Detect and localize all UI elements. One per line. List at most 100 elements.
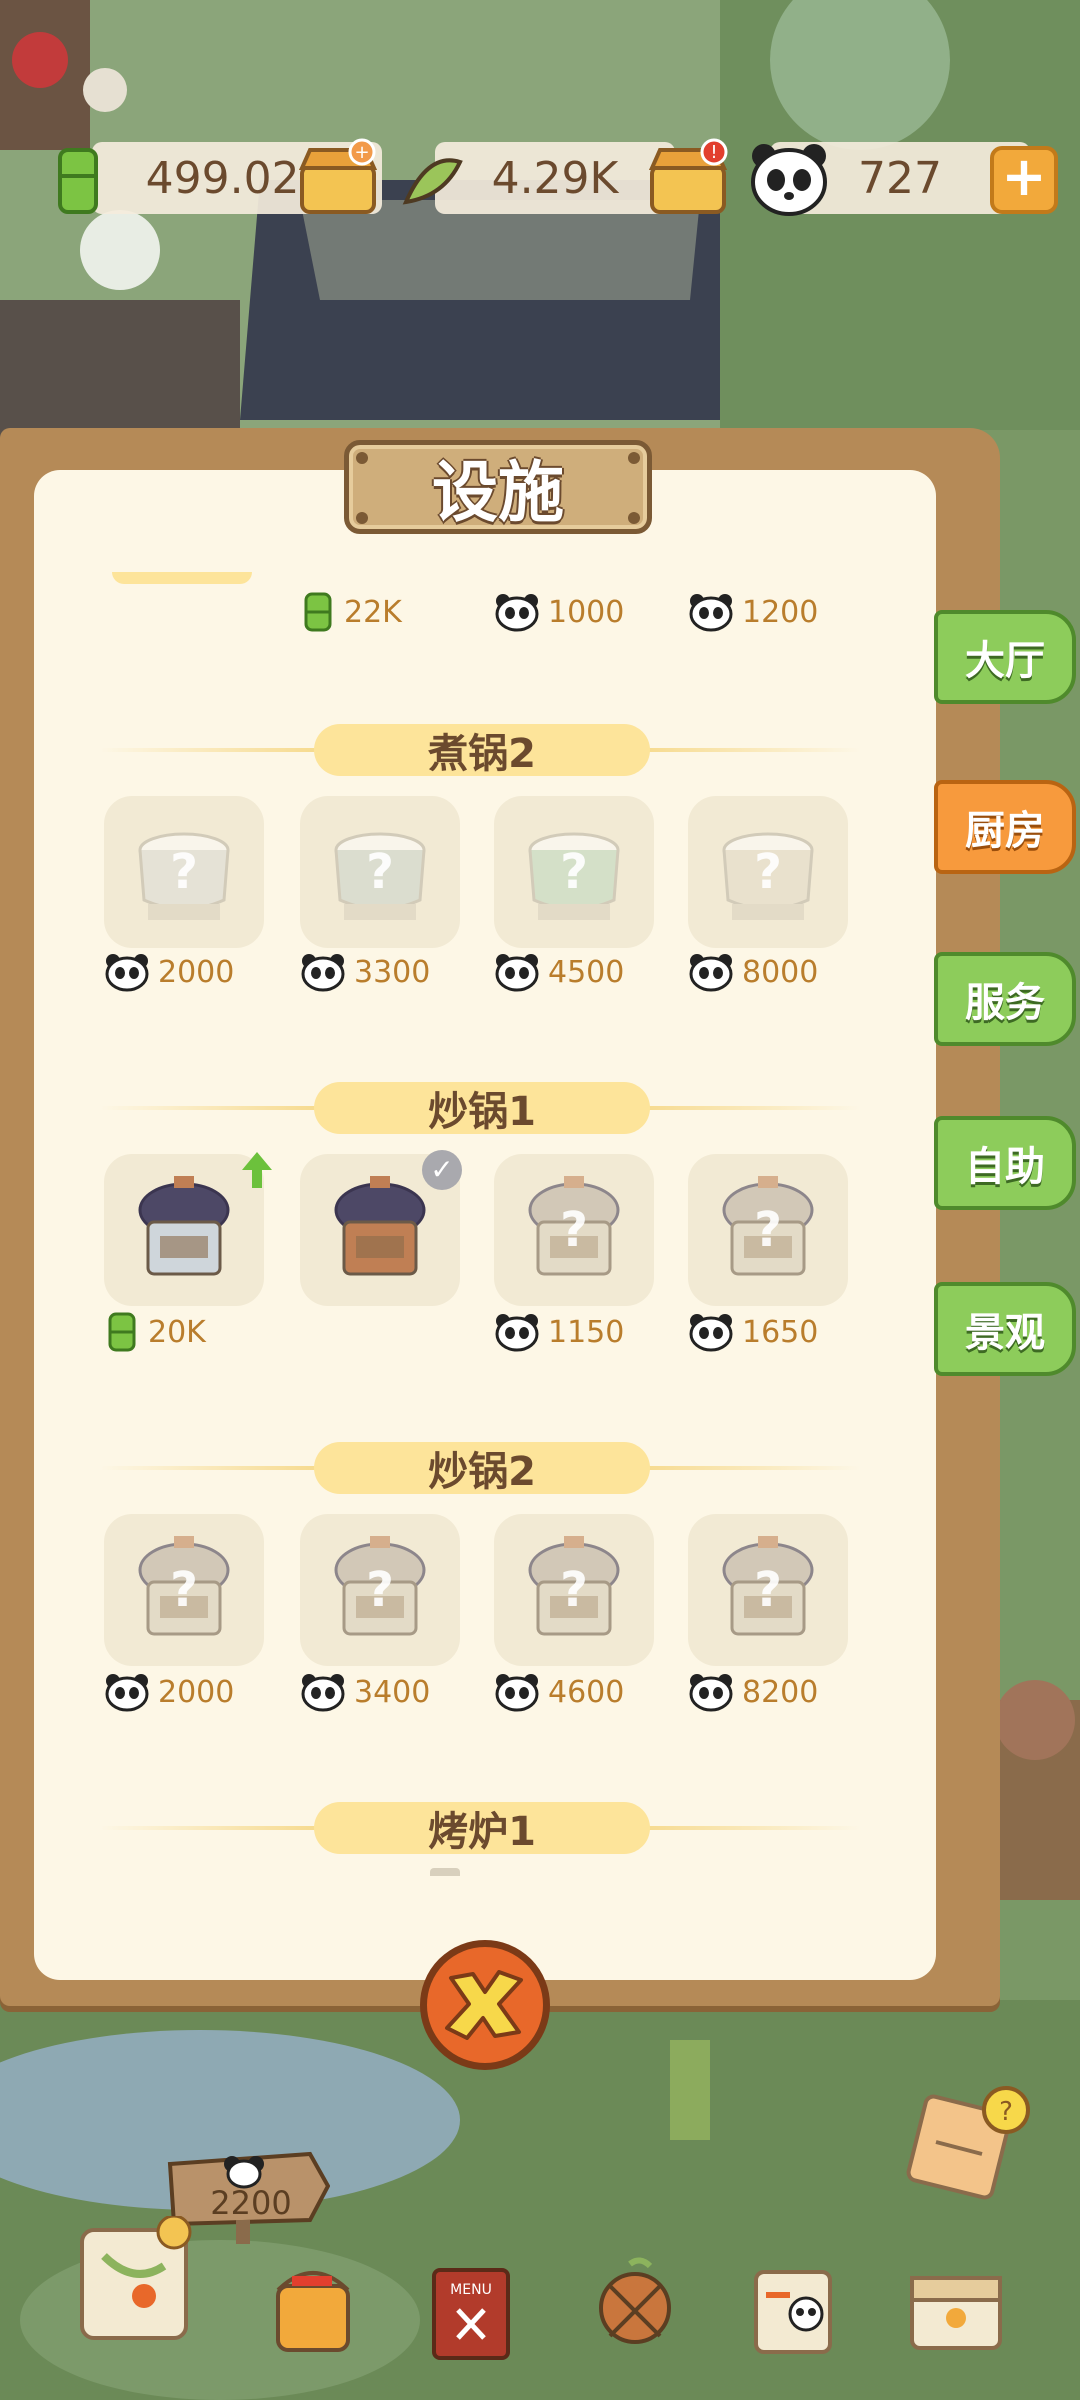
price-tag: 4600 — [494, 1672, 624, 1712]
panda-icon — [751, 144, 827, 216]
bamboo-leaf-icon — [402, 158, 463, 205]
nail-decoration — [628, 452, 640, 464]
facility-slot[interactable]: ? — [494, 1154, 654, 1306]
panda-icon — [495, 1314, 539, 1352]
leaf-counter: 4.29K — [435, 142, 675, 214]
section-title: 炒锅2 — [314, 1442, 650, 1495]
treasure-box-icon[interactable] — [906, 2256, 1006, 2356]
nail-decoration — [628, 512, 640, 524]
facility-slot[interactable]: ? — [688, 1154, 848, 1306]
price-tag: 8200 — [688, 1672, 818, 1712]
facility-slot[interactable]: ? — [300, 796, 460, 948]
locked-question-mark: ? — [560, 1202, 588, 1258]
price-tag: 1150 — [494, 1312, 624, 1352]
paint-bucket-icon[interactable] — [268, 2256, 358, 2356]
locked-question-mark: ? — [560, 844, 588, 900]
price-tag: 22K — [300, 592, 402, 632]
side-tab[interactable]: 景观 — [934, 1282, 1076, 1376]
price-amount: 8200 — [742, 1674, 819, 1710]
svg-text:+: + — [354, 142, 369, 163]
close-button[interactable] — [420, 1940, 550, 2070]
signpost-value: 2200 — [210, 2184, 292, 2222]
price-amount: 2000 — [158, 954, 235, 990]
price-tag: 1650 — [688, 1312, 818, 1352]
panda-icon — [689, 954, 733, 992]
locked-question-mark: ? — [560, 1562, 588, 1618]
panda-card-icon[interactable] — [748, 2256, 838, 2356]
facility-slot[interactable]: ? — [300, 1514, 460, 1666]
bamboo-shop-button[interactable]: + — [296, 138, 380, 222]
price-amount: 3300 — [354, 954, 431, 990]
add-panda-button[interactable]: + — [990, 146, 1058, 214]
side-tab[interactable]: 自助 — [934, 1116, 1076, 1210]
locked-question-mark: ? — [170, 1562, 198, 1618]
svg-text:MENU: MENU — [450, 2282, 492, 2298]
price-amount: 8000 — [742, 954, 819, 990]
price-amount: 3400 — [354, 1674, 431, 1710]
panda-icon — [689, 594, 733, 632]
panda-icon — [689, 1314, 733, 1352]
scrolled-item-edge — [430, 1868, 460, 1876]
price-tag: 8000 — [688, 952, 818, 992]
bamboo-icon — [108, 1312, 136, 1352]
section-header-wok-1: 炒锅1 — [100, 1082, 860, 1135]
price-amount: 4600 — [548, 1674, 625, 1710]
side-tab-label: 服务 — [965, 980, 1045, 1026]
panda-amount: 727 — [858, 152, 942, 204]
panda-icon — [495, 594, 539, 632]
side-tab[interactable]: 大厅 — [934, 610, 1076, 704]
price-amount: 20K — [148, 1314, 206, 1350]
price-tag: 2000 — [104, 952, 234, 992]
wok-stove-icon — [138, 1176, 230, 1276]
bamboo-icon — [58, 148, 98, 214]
price-tag: 1200 — [688, 592, 818, 632]
decor-icon[interactable] — [590, 2256, 680, 2356]
section-header-pot-2: 煮锅2 — [100, 724, 860, 777]
panda-icon — [495, 1674, 539, 1712]
side-tab[interactable]: 厨房 — [934, 780, 1076, 874]
price-tag: 2000 — [104, 1672, 234, 1712]
svg-text:!: ! — [710, 142, 717, 163]
panda-icon — [301, 954, 345, 992]
locked-question-mark: ? — [366, 844, 394, 900]
facility-slot[interactable]: ? — [104, 796, 264, 948]
facility-slot[interactable]: ? — [104, 1514, 264, 1666]
facility-slot[interactable]: ? — [688, 1514, 848, 1666]
price-tag: 1000 — [494, 592, 624, 632]
price-tag: 4500 — [494, 952, 624, 992]
locked-question-mark: ? — [754, 1562, 782, 1618]
price-amount: 1650 — [742, 1314, 819, 1350]
price-tag: 20K — [104, 1312, 206, 1352]
locked-question-mark: ? — [366, 1562, 394, 1618]
price-amount: 4500 — [548, 954, 625, 990]
panel-title: 设施 — [344, 440, 652, 534]
close-x-icon — [445, 1970, 523, 2040]
side-tab[interactable]: 服务 — [934, 952, 1076, 1046]
leaf-amount: 4.29K — [491, 152, 619, 204]
nail-decoration — [356, 512, 368, 524]
menu-book-icon[interactable]: MENU — [428, 2264, 518, 2364]
facility-slot[interactable]: ? — [688, 796, 848, 948]
side-tab-label: 景观 — [965, 1310, 1045, 1356]
section-title: 烤炉1 — [314, 1802, 650, 1855]
upgrade-arrow-icon — [242, 1152, 272, 1188]
task-notepad-icon[interactable]: ? — [906, 2080, 1036, 2200]
side-tab-label: 大厅 — [965, 638, 1045, 684]
locked-question-mark: ? — [170, 844, 198, 900]
section-title: 煮锅2 — [314, 724, 650, 777]
wok-stove-icon — [334, 1176, 426, 1276]
leaf-shop-button[interactable]: ! — [646, 138, 730, 222]
facility-slot[interactable]: ? — [494, 796, 654, 948]
section-header-oven-1: 烤炉1 — [100, 1802, 860, 1855]
panda-icon — [495, 954, 539, 992]
panda-icon — [105, 1674, 149, 1712]
equipped-check-icon: ✓ — [422, 1150, 462, 1190]
section-title: 炒锅1 — [314, 1082, 650, 1135]
price-tag: 3300 — [300, 952, 430, 992]
price-amount: 1150 — [548, 1314, 625, 1350]
bamboo-icon — [304, 592, 332, 632]
side-tab-label: 厨房 — [965, 808, 1045, 854]
map-icon[interactable] — [74, 2216, 194, 2346]
facility-slot[interactable]: ? — [494, 1514, 654, 1666]
side-tab-label: 自助 — [965, 1144, 1045, 1190]
